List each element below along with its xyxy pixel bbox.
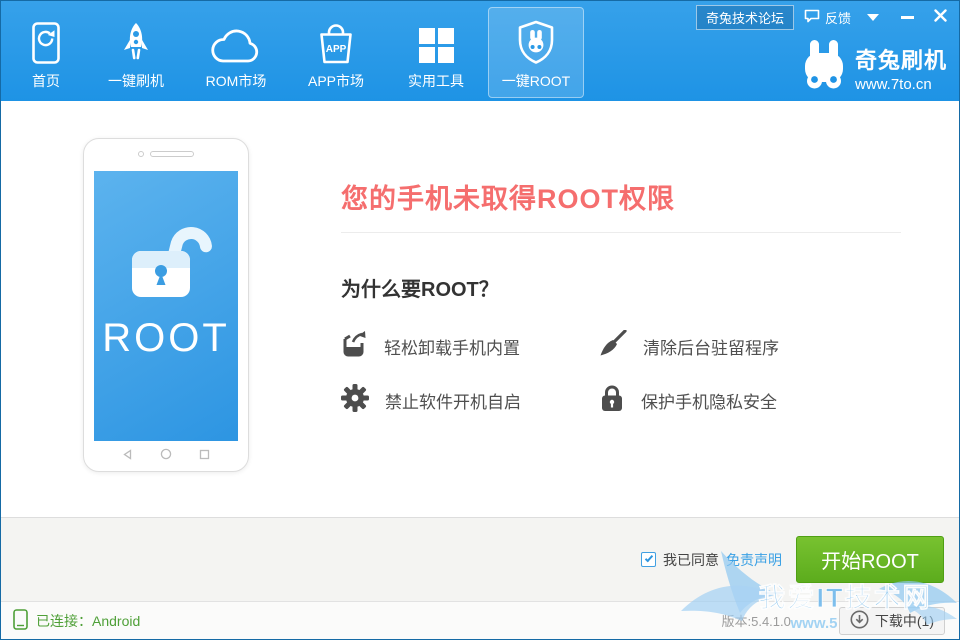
agreement-row: 我已同意 免责声明 (641, 550, 782, 570)
feature-item: 保护手机隐私安全 (599, 386, 857, 414)
forum-button[interactable]: 奇兔技术论坛 (696, 5, 794, 30)
page-title: 您的手机未取得ROOT权限 (341, 101, 901, 216)
checkmark-icon (645, 554, 653, 563)
brand-name: 奇兔刷机 (855, 43, 947, 75)
brush-icon (599, 330, 627, 363)
tab-label: 一键ROOT (502, 71, 570, 91)
feature-label: 保护手机隐私安全 (641, 388, 777, 413)
window-topbar: 奇兔技术论坛 反馈 (696, 5, 951, 29)
main-nav: 首页 一键刷机 (8, 7, 584, 98)
main-content: ROOT 您的手机未取得ROOT权限 为什么要ROOT？ (1, 101, 959, 517)
close-button[interactable] (934, 9, 947, 26)
phone-speaker-slot (150, 151, 194, 157)
connected-phone-icon (13, 609, 28, 633)
uninstall-icon (341, 330, 368, 363)
divider (341, 232, 901, 233)
feedback-button[interactable]: 反馈 (804, 8, 851, 27)
feature-label: 清除后台驻留程序 (643, 334, 779, 359)
back-triangle-icon (122, 447, 133, 465)
version-label: 版本:5.4.1.0 (722, 611, 791, 630)
home-circle-icon (160, 447, 172, 465)
root-info-panel: 您的手机未取得ROOT权限 为什么要ROOT？ 轻松卸载手机内置 (341, 101, 901, 414)
feature-label: 禁止软件开机自启 (385, 388, 521, 413)
brand-url: www.7to.cn (855, 76, 947, 93)
phone-illustration: ROOT (83, 138, 249, 472)
gear-icon (341, 384, 369, 417)
connection-status: 已连接：Android (13, 609, 140, 633)
tab-label: APP市场 (308, 71, 364, 91)
unlocked-padlock-icon (120, 217, 212, 304)
cloud-icon (210, 20, 262, 64)
tab-tools[interactable]: 实用工具 (388, 7, 484, 98)
tab-home[interactable]: 首页 (8, 7, 84, 98)
download-manager-button[interactable]: 下载中(1) (839, 607, 945, 635)
agree-checkbox[interactable] (641, 552, 656, 567)
speech-bubble-icon (804, 9, 820, 26)
tab-app-market[interactable]: APP APP市场 (288, 7, 384, 98)
phone-screen: ROOT (94, 171, 238, 441)
phone-nav-buttons (84, 447, 248, 465)
feature-item: 清除后台驻留程序 (599, 332, 857, 360)
phone-refresh-icon (29, 20, 63, 64)
status-bar: 已连接：Android 版本:5.4.1.0 下载中(1) (1, 601, 959, 639)
tab-label: 首页 (32, 71, 60, 91)
action-footer: 我已同意 免责声明 开始ROOT (1, 517, 959, 601)
app-bag-icon: APP (315, 20, 357, 64)
svg-text:APP: APP (326, 44, 347, 55)
download-icon (850, 610, 869, 632)
feature-label: 轻松卸载手机内置 (384, 334, 520, 359)
rabbit-logo-icon (802, 39, 846, 96)
download-label: 下载中(1) (875, 611, 934, 631)
lock-icon (599, 384, 625, 417)
agree-label: 我已同意 (663, 550, 719, 570)
phone-screen-root-label: ROOT (102, 316, 230, 361)
connection-text: 已连接：Android (36, 611, 140, 631)
tab-label: 一键刷机 (108, 71, 164, 91)
tab-one-key-root[interactable]: 一键ROOT (488, 7, 584, 98)
shield-rabbit-icon (515, 20, 557, 64)
chevron-down-icon[interactable] (867, 14, 879, 21)
tab-flash[interactable]: 一键刷机 (88, 7, 184, 98)
tab-rom-market[interactable]: ROM市场 (188, 7, 284, 98)
recents-square-icon (199, 447, 210, 465)
feature-item: 轻松卸载手机内置 (341, 332, 599, 360)
minimize-button[interactable] (901, 16, 914, 19)
disclaimer-link[interactable]: 免责声明 (726, 550, 782, 570)
app-window: 奇兔技术论坛 反馈 (0, 0, 960, 640)
feature-list: 轻松卸载手机内置 清除后台驻留程序 (341, 332, 901, 414)
grid-icon (417, 20, 455, 64)
feedback-label: 反馈 (825, 8, 851, 27)
app-logo: 奇兔刷机 www.7to.cn (802, 39, 947, 96)
start-root-button[interactable]: 开始ROOT (796, 536, 944, 583)
phone-camera-dot (138, 151, 144, 157)
rocket-icon (117, 20, 155, 64)
header-bar: 奇兔技术论坛 反馈 (1, 1, 959, 101)
tab-label: 实用工具 (408, 71, 464, 91)
feature-item: 禁止软件开机自启 (341, 386, 599, 414)
tab-label: ROM市场 (206, 71, 267, 91)
why-root-heading: 为什么要ROOT？ (341, 273, 901, 302)
